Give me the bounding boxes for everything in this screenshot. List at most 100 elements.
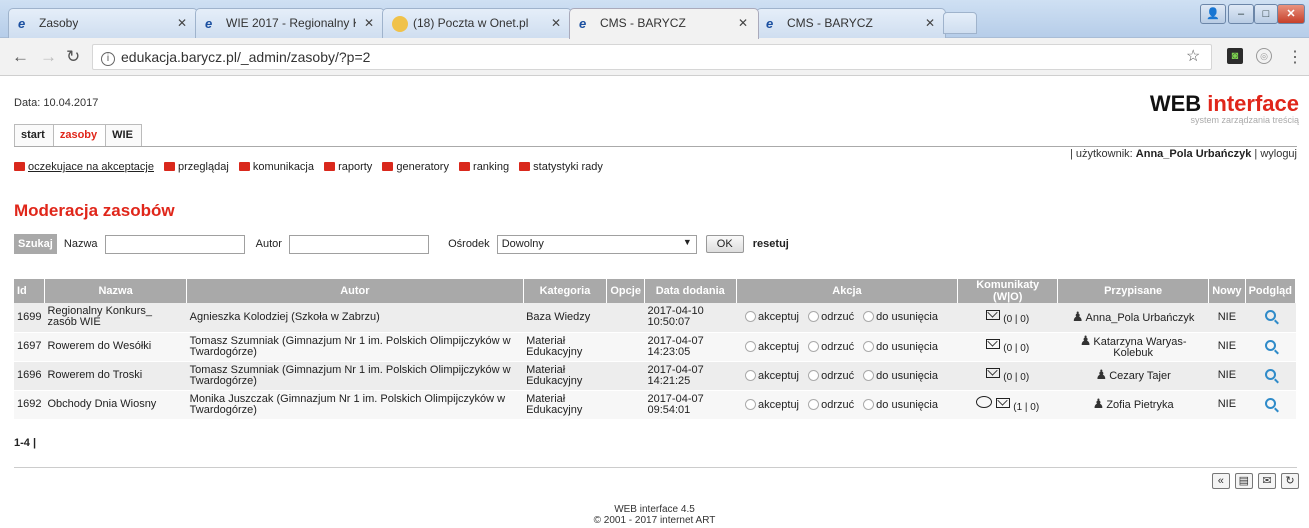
extension-circle-icon[interactable]: ◎: [1256, 48, 1272, 64]
subnav-raporty[interactable]: raporty: [324, 161, 372, 173]
new-tab-button[interactable]: [943, 12, 977, 34]
row-data: 2017-04-10 10:50:07: [644, 303, 737, 333]
info-icon[interactable]: i: [101, 52, 115, 66]
reset-link[interactable]: resetuj: [753, 238, 789, 250]
reject-radio[interactable]: [808, 311, 820, 323]
delete-radio[interactable]: [863, 311, 875, 323]
envelope-icon[interactable]: [986, 309, 1001, 320]
col-podglad: Podgląd: [1245, 279, 1297, 303]
row-new: NIE: [1208, 332, 1246, 362]
browser-tab-2[interactable]: (18) Poczta w Onet.pl ✕: [382, 8, 572, 38]
row-autor: Tomasz Szumniak (Gimnazjum Nr 1 im. Pols…: [186, 361, 524, 391]
subnav-statystyki[interactable]: statystyki rady: [519, 161, 603, 173]
browser-tab-3[interactable]: e CMS - BARYCZ ✕: [569, 8, 759, 39]
reject-radio[interactable]: [808, 340, 820, 352]
tab-wie[interactable]: WIE: [105, 124, 142, 146]
delete-radio[interactable]: [863, 369, 875, 381]
nav-bullet-icon: [238, 162, 250, 171]
logout-link[interactable]: | wyloguj: [1251, 148, 1297, 160]
accept-radio[interactable]: [745, 340, 757, 352]
subnav-przegladaj[interactable]: przeglądaj: [164, 161, 229, 173]
browser-menu-icon[interactable]: ⋮: [1287, 47, 1303, 67]
name-label: Nazwa: [63, 238, 98, 250]
refresh-icon[interactable]: ↻: [1281, 473, 1299, 489]
forward-arrow-icon[interactable]: →: [40, 47, 57, 67]
close-tab-icon[interactable]: ✕: [551, 16, 561, 30]
browser-tab-0[interactable]: e Zasoby ✕: [8, 8, 198, 38]
row-messages[interactable]: (0 | 0): [957, 361, 1058, 391]
magnifier-icon[interactable]: [1264, 310, 1276, 322]
col-kategoria[interactable]: Kategoria: [523, 279, 608, 303]
accept-radio[interactable]: [745, 398, 757, 410]
close-window-icon[interactable]: ✕: [1277, 4, 1305, 24]
close-tab-icon[interactable]: ✕: [364, 16, 374, 30]
sub-navigation: oczekujace na akceptacje przeglądaj komu…: [14, 161, 610, 173]
close-tab-icon[interactable]: ✕: [738, 16, 748, 30]
magnifier-icon[interactable]: [1264, 368, 1276, 380]
name-input[interactable]: [104, 234, 245, 254]
accept-radio[interactable]: [745, 311, 757, 323]
reload-icon[interactable]: ↻: [66, 47, 80, 67]
subnav-oczekujace[interactable]: oczekujace na akceptacje: [14, 161, 154, 173]
row-messages[interactable]: (0 | 0): [957, 303, 1058, 333]
tab-zasoby[interactable]: zasoby: [52, 124, 107, 146]
close-tab-icon[interactable]: ✕: [925, 16, 935, 30]
search-label: Szukaj: [14, 234, 57, 254]
minimize-icon[interactable]: –: [1228, 4, 1254, 24]
author-input[interactable]: [289, 234, 430, 254]
magnifier-icon[interactable]: [1264, 397, 1276, 409]
row-preview[interactable]: [1245, 332, 1296, 362]
row-opcje: [606, 361, 645, 391]
envelope-icon[interactable]: [986, 368, 1001, 378]
close-tab-icon[interactable]: ✕: [177, 16, 187, 30]
delete-radio[interactable]: [863, 340, 875, 352]
row-autor: Tomasz Szumniak (Gimnazjum Nr 1 im. Pols…: [186, 332, 524, 362]
subnav-komunikacja[interactable]: komunikacja: [238, 161, 314, 173]
browser-tab-1[interactable]: e WIE 2017 - Regionalny K ✕: [195, 8, 385, 38]
person-icon: ♟: [1092, 396, 1105, 411]
col-id[interactable]: Id: [14, 279, 45, 303]
accept-radio[interactable]: [745, 369, 757, 381]
ok-button[interactable]: OK: [705, 235, 744, 253]
maximize-icon[interactable]: □: [1254, 4, 1278, 24]
reject-radio[interactable]: [808, 369, 820, 381]
col-przypisane: Przypisane: [1057, 279, 1210, 303]
tab-start[interactable]: start: [14, 124, 54, 146]
chat-bubble-icon[interactable]: [976, 396, 993, 408]
subnav-ranking[interactable]: ranking: [459, 161, 509, 173]
row-nazwa: Obchody Dnia Wiosny: [44, 390, 187, 420]
print-icon[interactable]: ▤: [1234, 473, 1253, 489]
delete-radio[interactable]: [863, 398, 875, 410]
pagination[interactable]: 1-4 |: [14, 437, 36, 449]
col-autor[interactable]: Autor: [186, 279, 524, 303]
row-opcje: [606, 390, 645, 420]
row-messages[interactable]: (0 | 0): [957, 332, 1058, 362]
user-icon[interactable]: 👤: [1200, 4, 1226, 24]
table-row: 1692 Obchody Dnia Wiosny Monika Juszczak…: [14, 390, 1296, 420]
row-preview[interactable]: [1245, 361, 1296, 391]
row-preview[interactable]: [1245, 303, 1296, 333]
table-row: 1697 Rowerem do Wesółki Tomasz Szumniak …: [14, 332, 1296, 362]
address-bar[interactable]: i edukacja.barycz.pl/_admin/zasoby/?p=2: [92, 44, 1212, 70]
row-messages[interactable]: (1 | 0): [957, 390, 1058, 420]
extension-icon[interactable]: ◙: [1227, 48, 1243, 64]
col-nazwa[interactable]: Nazwa: [44, 279, 188, 303]
row-assigned: ♟ Zofia Pietryka: [1057, 390, 1209, 420]
nav-bullet-icon: [459, 162, 471, 171]
back-double-arrow-icon[interactable]: «: [1211, 473, 1230, 489]
col-akcja: Akcja: [736, 279, 959, 303]
app-tabs: start zasoby WIE: [14, 124, 142, 146]
person-icon: ♟: [1095, 367, 1108, 382]
envelope-icon[interactable]: [986, 339, 1001, 349]
envelope-icon[interactable]: [996, 398, 1011, 408]
browser-tab-4[interactable]: e CMS - BARYCZ ✕: [756, 8, 946, 38]
magnifier-icon[interactable]: [1264, 339, 1276, 351]
reject-radio[interactable]: [808, 398, 820, 410]
subnav-generatory[interactable]: generatory: [382, 161, 449, 173]
bookmark-star-icon[interactable]: ☆: [1186, 46, 1200, 66]
col-data[interactable]: Data dodania: [644, 279, 737, 303]
row-preview[interactable]: [1245, 390, 1296, 420]
mail-icon[interactable]: ✉: [1257, 473, 1276, 489]
back-arrow-icon[interactable]: ←: [12, 47, 29, 67]
center-select[interactable]: Dowolny ▼: [496, 234, 697, 254]
